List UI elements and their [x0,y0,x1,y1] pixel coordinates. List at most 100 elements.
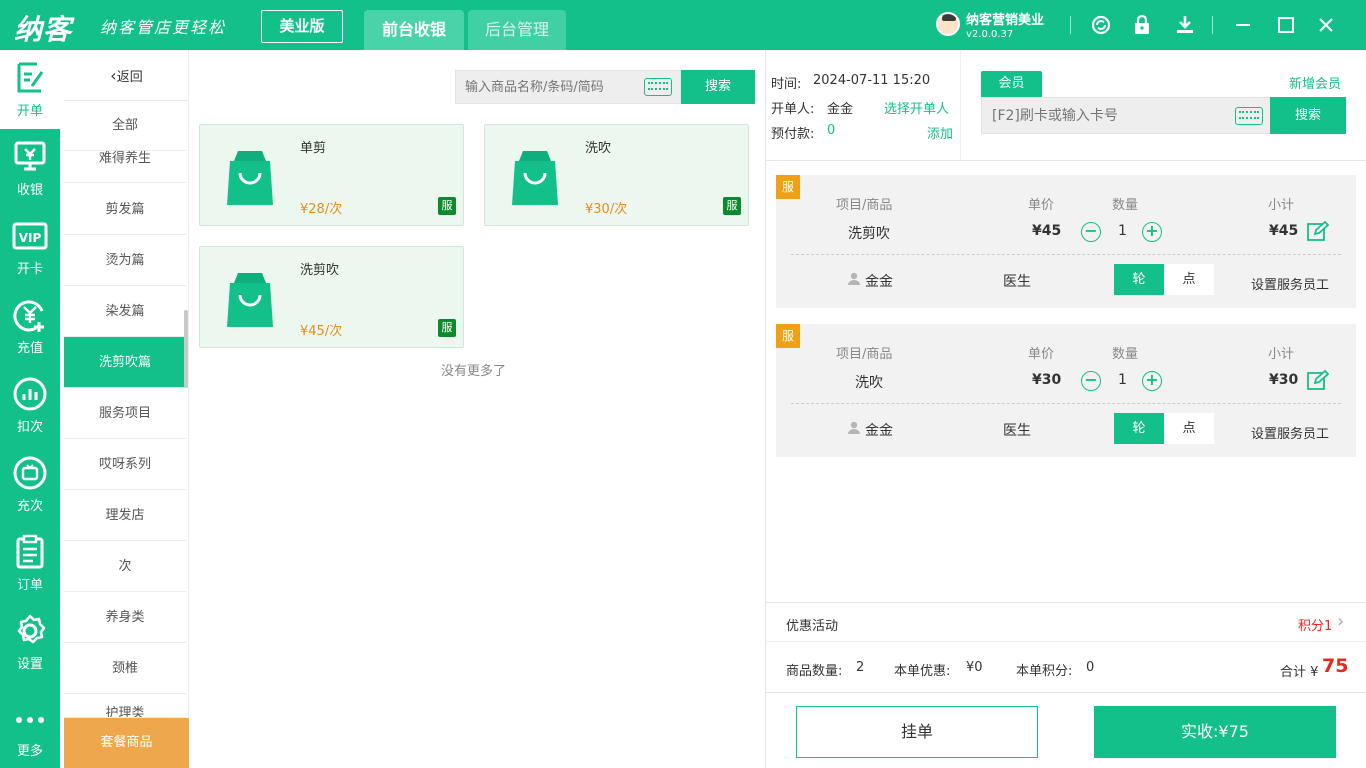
prepay-label: 预付款: [771,127,815,142]
item-subtotal: ¥30 [1269,372,1299,388]
category-item[interactable]: 颈椎 [64,643,186,694]
no-more-text: 没有更多了 [441,364,507,379]
order-item: 服 项目/商品 单价 数量 小计 洗吹 ¥30 − 1 + ¥30 金金 医生 … [776,324,1356,457]
main-nav: 开单 收银 VIP 开卡 充值 扣次 充次 订单 设置 更多 [0,50,60,768]
divider [1212,16,1213,34]
nav-deduct[interactable]: 扣次 [0,366,60,445]
divider [791,403,1341,404]
minimize-icon[interactable] [1231,13,1255,37]
checkout-button[interactable]: 实收:¥75 [1094,706,1336,758]
plus-icon[interactable]: + [1142,371,1162,391]
promo-points[interactable]: 积分1 [1298,615,1332,634]
category-item[interactable]: 服务项目 [64,388,186,439]
tab-member[interactable]: 会员 [981,71,1042,97]
cashier-icon [14,141,46,171]
nav-label: 更多 [16,744,43,759]
set-staff-link[interactable]: 设置服务员工 [1251,423,1329,442]
category-item[interactable]: 烫为篇 [64,235,186,286]
more-icon [16,717,44,723]
category-item-active[interactable]: 洗剪吹篇 [64,337,186,388]
minus-icon[interactable]: − [1081,222,1101,242]
col-item-header: 项目/商品 [836,347,893,362]
store-name[interactable]: 纳客营销美业 [966,9,1044,28]
edition-badge[interactable]: 美业版 [261,10,343,43]
nav-label: 收银 [16,183,43,198]
edit-icon[interactable] [1307,221,1329,241]
maximize-icon[interactable] [1274,13,1298,37]
category-item[interactable]: 哎呀系列 [64,439,186,490]
nav-more[interactable]: 更多 [0,690,60,768]
chevron-right-icon[interactable]: › [1337,612,1344,632]
promo-label: 优惠活动 [786,619,839,634]
app-slogan: 纳客管店更轻松 [100,18,227,37]
refresh-icon[interactable] [1089,13,1113,37]
category-item[interactable]: 难得养生 [64,151,186,183]
nav-settings[interactable]: 设置 [0,603,60,682]
divider [766,692,1366,693]
product-card[interactable]: 单剪 ¥28/次 服 [199,124,464,226]
designate-button[interactable]: 点 [1164,264,1214,295]
item-qty[interactable]: 1 [1118,223,1127,239]
nav-cashier[interactable]: 收银 [0,129,60,208]
category-item[interactable]: 理发店 [64,490,186,541]
category-scrollbar[interactable] [184,310,188,388]
divider [1070,16,1071,34]
staff-role: 医生 [1003,423,1031,439]
plus-icon[interactable]: + [1142,222,1162,242]
category-item[interactable]: 剪发篇 [64,184,186,235]
nav-orders[interactable]: 订单 [0,524,60,603]
staff-role: 医生 [1003,274,1031,290]
service-tag: 服 [776,324,800,348]
choose-opener-link[interactable]: 选择开单人 [884,98,949,117]
category-item[interactable]: 全部 [64,101,186,151]
category-item[interactable]: 染发篇 [64,286,186,337]
lock-icon[interactable] [1130,13,1154,37]
product-search-input[interactable] [456,71,636,103]
divider [791,254,1341,255]
designate-button[interactable]: 点 [1164,413,1214,444]
category-item[interactable]: 护理类 [64,694,186,718]
avatar[interactable] [936,12,960,36]
close-icon[interactable] [1314,13,1338,37]
category-item[interactable]: 养身类 [64,592,186,643]
col-qty-header: 数量 [1112,198,1139,213]
opener-name: 金金 [827,102,854,117]
nav-label: 设置 [16,657,43,672]
product-card[interactable]: 洗剪吹 ¥45/次 服 [199,246,464,348]
new-member-link[interactable]: 新增会员 [1289,73,1341,92]
edit-icon[interactable] [1307,370,1329,390]
category-item[interactable]: 次 [64,541,186,592]
deduct-icon [13,377,47,411]
nav-recharge-times[interactable]: 充次 [0,445,60,524]
nav-label: 开单 [16,104,43,119]
keyboard-icon[interactable] [644,78,672,96]
keyboard-icon[interactable] [1235,107,1263,125]
nav-open-card[interactable]: VIP 开卡 [0,208,60,287]
col-price-header: 单价 [1028,347,1055,362]
tab-back-office[interactable]: 后台管理 [468,10,566,50]
download-icon[interactable] [1173,13,1197,37]
nav-recharge[interactable]: 充值 [0,287,60,366]
back-button[interactable]: ‹返回 [64,50,189,101]
opener-label: 开单人: [771,102,815,117]
staff-name: 金金 [865,423,893,439]
add-prepay-link[interactable]: 添加 [927,123,953,142]
rotation-button[interactable]: 轮 [1114,264,1164,295]
product-card[interactable]: 洗吹 ¥30/次 服 [484,124,749,226]
minus-icon[interactable]: − [1081,371,1101,391]
combo-products-button[interactable]: 套餐商品 [64,718,189,768]
service-tag: 服 [438,319,456,337]
vip-icon: VIP [12,222,48,250]
nav-open-order[interactable]: 开单 [0,50,60,129]
member-card-input[interactable] [982,98,1222,133]
item-qty[interactable]: 1 [1118,372,1127,388]
set-staff-link[interactable]: 设置服务员工 [1251,274,1329,293]
discount-label: 本单优惠: [894,664,951,679]
product-name: 洗吹 [585,141,612,156]
nav-label: 充次 [16,499,43,514]
hold-order-button[interactable]: 挂单 [796,706,1038,758]
member-search-button[interactable]: 搜索 [1270,97,1346,134]
product-search-button[interactable]: 搜索 [681,70,755,104]
rotation-button[interactable]: 轮 [1114,413,1164,444]
tab-front-cashier[interactable]: 前台收银 [364,10,464,50]
